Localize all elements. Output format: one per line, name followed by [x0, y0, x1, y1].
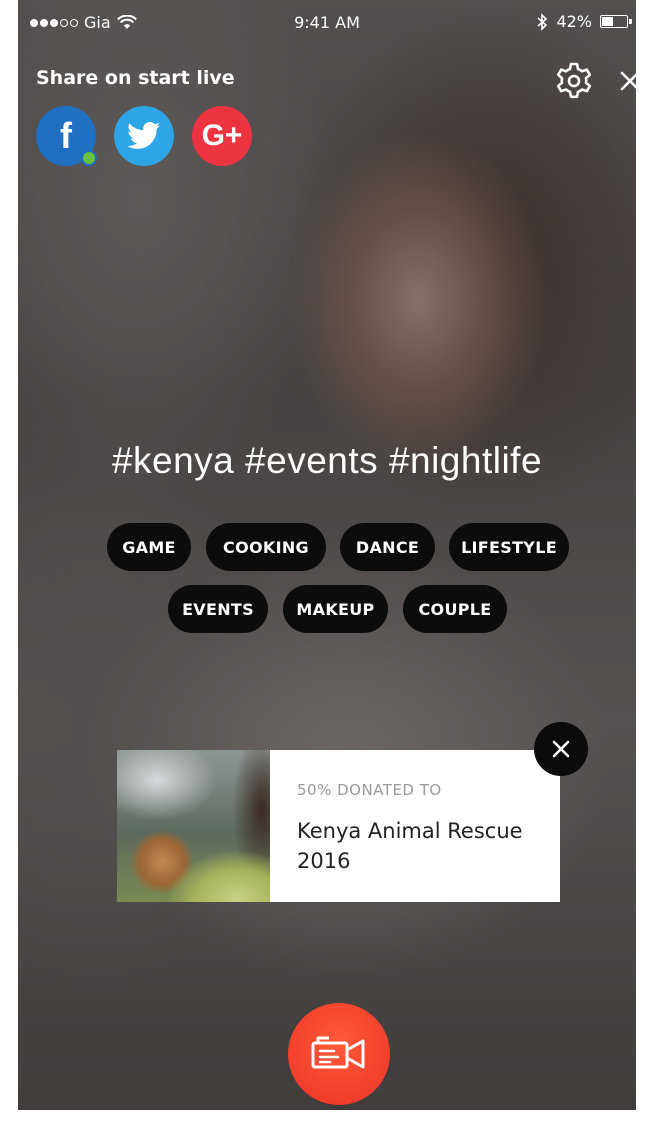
category-chip-cooking[interactable]: COOKING	[206, 523, 326, 571]
donation-photo	[117, 750, 270, 902]
category-chip-events[interactable]: EVENTS	[168, 585, 268, 633]
category-chip-dance[interactable]: DANCE	[340, 523, 435, 571]
share-label: Share on start live	[36, 67, 235, 89]
google-plus-share-button[interactable]: G+	[192, 106, 252, 166]
donation-close-button[interactable]	[534, 722, 588, 776]
donation-card[interactable]: 50% DONATED TO Kenya Animal Rescue 2016	[117, 750, 560, 902]
live-setup-screen: Gia 9:41 AM 42% Share on start live f G+…	[18, 0, 636, 1110]
google-plus-icon: G+	[201, 119, 243, 152]
battery-fill	[602, 17, 613, 26]
category-chip-couple[interactable]: COUPLE	[403, 585, 507, 633]
battery-percent: 42%	[556, 12, 592, 31]
online-status-dot	[81, 150, 97, 166]
close-icon[interactable]	[615, 66, 636, 96]
donation-title: Kenya Animal Rescue 2016	[297, 819, 523, 873]
facebook-icon: f	[60, 115, 72, 156]
donation-label: 50% DONATED TO	[297, 781, 442, 799]
category-chip-game[interactable]: GAME	[107, 523, 191, 571]
status-bar-right: 42%	[537, 12, 632, 31]
twitter-share-button[interactable]	[114, 106, 174, 166]
battery-icon	[600, 15, 632, 28]
status-bar: Gia 9:41 AM 42%	[18, 0, 636, 46]
bluetooth-icon	[537, 12, 548, 31]
category-chip-lifestyle[interactable]: LIFESTYLE	[449, 523, 569, 571]
twitter-icon	[127, 122, 161, 149]
start-live-button[interactable]	[288, 1003, 390, 1105]
hashtags-text: #kenya #events #nightlife	[111, 440, 543, 481]
close-icon	[552, 740, 570, 758]
gear-icon[interactable]	[553, 60, 595, 102]
video-camera-icon	[311, 1036, 365, 1069]
category-chip-makeup[interactable]: MAKEUP	[283, 585, 388, 633]
